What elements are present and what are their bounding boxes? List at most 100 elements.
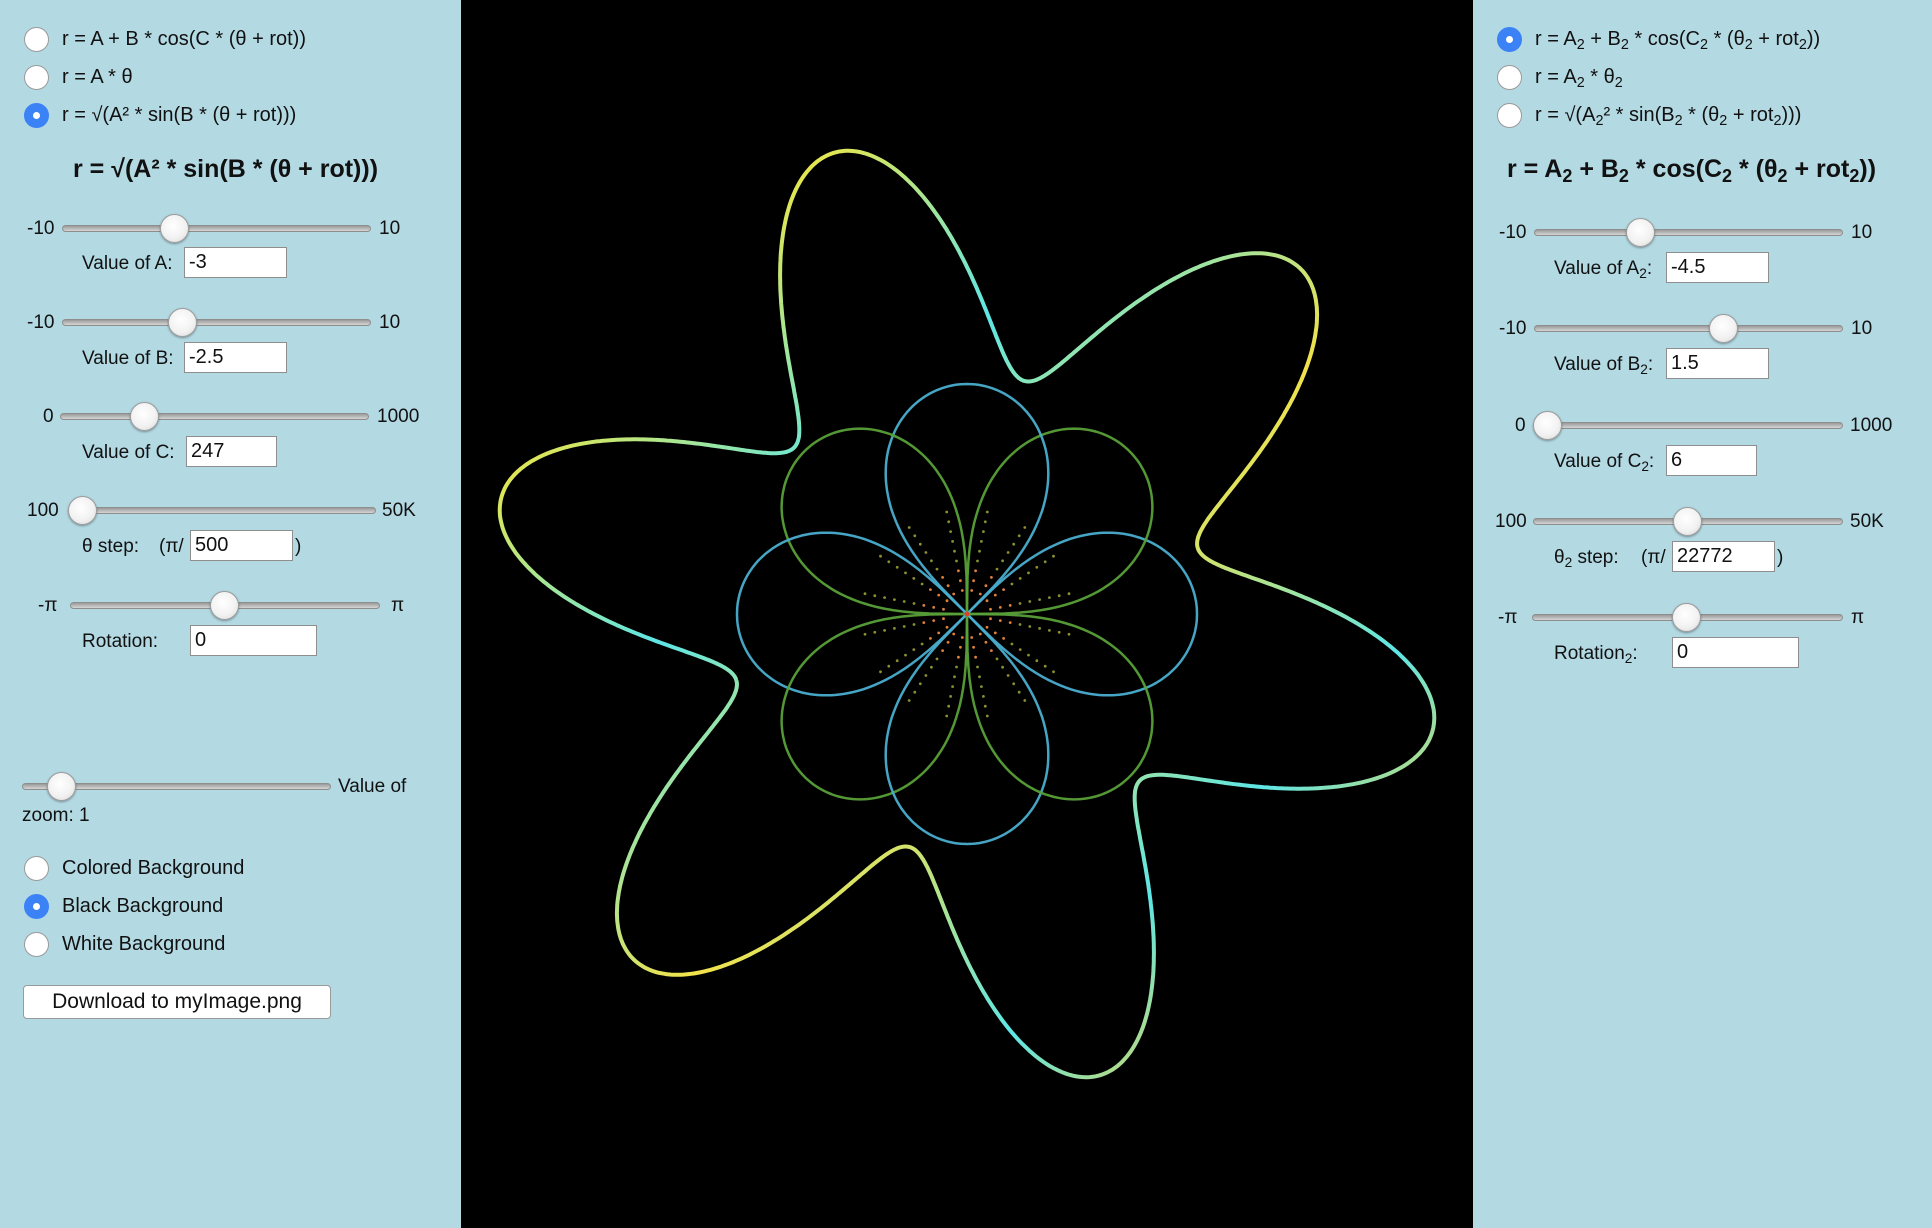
- center-dot: [893, 627, 896, 630]
- slider-c-thumb[interactable]: [130, 402, 159, 431]
- rotation-input[interactable]: [190, 625, 317, 656]
- drawing-canvas[interactable]: [461, 0, 1473, 1228]
- center-dot: [883, 596, 886, 599]
- rotation2-input[interactable]: [1672, 637, 1799, 668]
- slider-b-min-label: -10: [27, 312, 55, 333]
- equation2-option-lemniscate[interactable]: r = √(A2² * sin(B2 * (θ2 + rot2))): [1497, 103, 1801, 128]
- center-dot: [957, 569, 960, 573]
- value-c2-input[interactable]: [1666, 445, 1757, 476]
- center-dot: [1018, 577, 1022, 580]
- equation2-option-cosine[interactable]: r = A2 + B2 * cos(C2 * (θ2 + rot2)): [1497, 27, 1820, 52]
- slider-rotation-thumb[interactable]: [210, 591, 239, 620]
- value-c-input[interactable]: [186, 436, 277, 467]
- slider-rotation2-max-label: π: [1851, 607, 1865, 628]
- center-dot: [974, 569, 977, 573]
- theta-step-input[interactable]: [190, 530, 293, 561]
- center-dot: [952, 592, 956, 596]
- center-dot: [1052, 554, 1055, 558]
- slider-a-track[interactable]: [62, 225, 371, 232]
- radio-button-checked[interactable]: [24, 103, 49, 128]
- left-control-panel: r = A + B * cos(C * (θ + rot)) r = A * θ…: [0, 0, 461, 1228]
- equation2-option-spiral[interactable]: r = A2 * θ2: [1497, 65, 1623, 90]
- slider-rotation2-thumb[interactable]: [1672, 603, 1701, 632]
- center-dot: [1018, 623, 1022, 626]
- center-dot: [976, 665, 979, 669]
- slider-c-max-label: 1000: [377, 406, 420, 427]
- radio-button[interactable]: [1497, 103, 1522, 128]
- center-dot: [949, 695, 952, 698]
- center-dot: [945, 510, 949, 514]
- background-option-white[interactable]: White Background: [24, 932, 225, 957]
- equation-option-cosine[interactable]: r = A + B * cos(C * (θ + rot)): [24, 27, 306, 52]
- slider-a-thumb[interactable]: [160, 214, 189, 243]
- radio-button[interactable]: [24, 27, 49, 52]
- zoom-slider-thumb[interactable]: [47, 772, 76, 801]
- center-dot: [1017, 690, 1021, 694]
- value-b2-input[interactable]: [1666, 348, 1769, 379]
- center-dot: [918, 542, 922, 546]
- center-dot: [929, 588, 932, 591]
- radio-button[interactable]: [1497, 65, 1522, 90]
- center-dot: [1067, 632, 1071, 636]
- center-dot: [972, 645, 975, 649]
- center-dot: [1001, 559, 1004, 563]
- radio-button[interactable]: [24, 856, 49, 881]
- center-dot: [993, 631, 997, 635]
- background-option-colored[interactable]: Colored Background: [24, 856, 244, 881]
- center-dot: [1017, 534, 1021, 538]
- theta2-step-input[interactable]: [1672, 541, 1775, 572]
- center-dot: [912, 623, 916, 626]
- center-dot: [1067, 592, 1071, 596]
- radio-button-checked[interactable]: [24, 894, 49, 919]
- value-b-input[interactable]: [184, 342, 287, 373]
- value-a-input[interactable]: [184, 247, 287, 278]
- center-dot: [1012, 542, 1016, 546]
- curve-equation-1: [735, 382, 1199, 846]
- radio-button[interactable]: [24, 932, 49, 957]
- equation-option-lemniscate[interactable]: r = √(A² * sin(B * (θ + rot))): [24, 103, 296, 128]
- center-dot: [985, 625, 989, 629]
- slider-b2-thumb[interactable]: [1709, 314, 1738, 343]
- center-dot: [930, 665, 933, 669]
- rotation2-label: Rotation2:: [1554, 643, 1638, 666]
- center-dot: [904, 653, 907, 657]
- slider-step2-max-label: 50K: [1850, 511, 1884, 532]
- slider-b-track[interactable]: [62, 319, 371, 326]
- radio-button-checked[interactable]: [1497, 27, 1522, 52]
- slider-step-track[interactable]: [70, 507, 376, 514]
- slider-c-track[interactable]: [60, 413, 369, 420]
- download-button[interactable]: Download to myImage.png: [23, 985, 331, 1019]
- center-dot: [953, 549, 956, 553]
- slider-step2-min-label: 100: [1495, 511, 1527, 532]
- center-dot: [951, 540, 954, 543]
- value-c-label: Value of C:: [82, 442, 175, 463]
- center-dot: [978, 675, 981, 679]
- center-dot: [960, 589, 964, 592]
- center-dot: [972, 579, 975, 583]
- center-dot: [982, 530, 985, 533]
- slider-c-min-label: 0: [43, 406, 54, 427]
- slider-b-thumb[interactable]: [168, 308, 197, 337]
- slider-step2-thumb[interactable]: [1673, 507, 1702, 536]
- slider-c2-thumb[interactable]: [1533, 411, 1562, 440]
- center-dot: [984, 584, 988, 588]
- radio-button[interactable]: [24, 65, 49, 90]
- center-dot: [1006, 674, 1010, 677]
- center-dot: [990, 576, 993, 579]
- center-dot: [902, 625, 906, 628]
- center-dot: [970, 636, 974, 639]
- center-dot: [989, 607, 992, 611]
- background-option-black[interactable]: Black Background: [24, 894, 223, 919]
- slider-step-thumb[interactable]: [68, 496, 97, 525]
- slider-a2-thumb[interactable]: [1626, 218, 1655, 247]
- center-dot: [970, 589, 974, 592]
- background-option-label: Black Background: [62, 895, 224, 917]
- center-dot: [985, 714, 989, 718]
- value-a2-input[interactable]: [1666, 252, 1769, 283]
- equation-option-spiral[interactable]: r = A * θ: [24, 65, 133, 90]
- slider-a2-track[interactable]: [1534, 229, 1843, 236]
- slider-b2-track[interactable]: [1534, 325, 1843, 332]
- center-dot: [978, 632, 982, 636]
- slider-c2-track[interactable]: [1533, 422, 1843, 429]
- slider-a-max-label: 10: [379, 218, 401, 239]
